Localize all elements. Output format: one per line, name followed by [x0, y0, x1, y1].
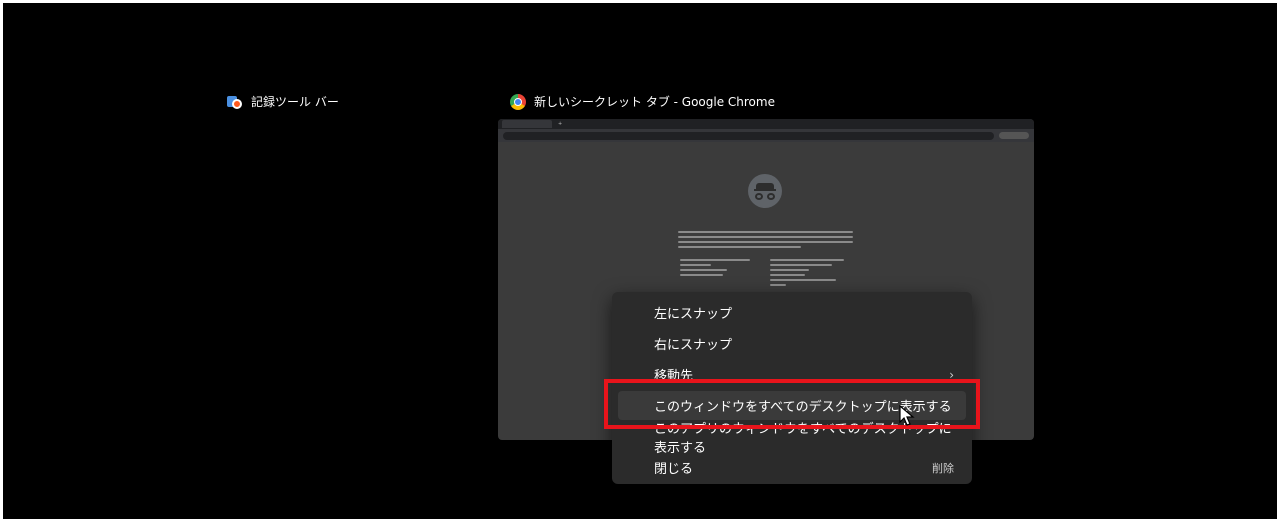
- thumbnail-new-tab-icon: +: [558, 121, 563, 127]
- thumbnail-column-left: [680, 259, 758, 279]
- thumbnail-omnibox: [503, 131, 994, 140]
- incognito-icon: [748, 174, 782, 208]
- recorder-window-title: 記録ツール バー: [251, 95, 339, 109]
- thumbnail-incognito-pill: [999, 132, 1029, 139]
- thumbnail-paragraph: [678, 231, 853, 251]
- thumbnail-tab-bar: +: [498, 119, 1034, 129]
- close-shortcut: 削除: [932, 461, 954, 475]
- chrome-window-label[interactable]: 新しいシークレット タブ - Google Chrome: [510, 93, 775, 110]
- menu-item-snap-left[interactable]: 左にスナップ: [618, 298, 966, 327]
- menu-item-close[interactable]: 閉じる 削除: [618, 453, 966, 482]
- recorder-window-label[interactable]: 記録ツール バー: [227, 93, 339, 110]
- recorder-icon: [227, 95, 243, 109]
- chrome-icon: [510, 93, 526, 110]
- annotation-highlight-box: [604, 379, 980, 429]
- thumbnail-toolbar: [498, 129, 1034, 142]
- thumbnail-column-right: [770, 259, 848, 289]
- mouse-cursor-icon: [899, 405, 915, 426]
- task-view-desktop: 記録ツール バー 新しいシークレット タブ - Google Chrome +: [3, 3, 1277, 519]
- thumbnail-tab: [502, 120, 552, 128]
- chrome-window-title: 新しいシークレット タブ - Google Chrome: [534, 95, 775, 109]
- menu-item-snap-right[interactable]: 右にスナップ: [618, 329, 966, 358]
